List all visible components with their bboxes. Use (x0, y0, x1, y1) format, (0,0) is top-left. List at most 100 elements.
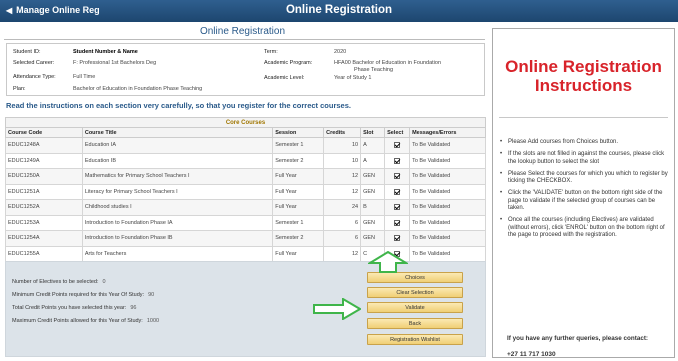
message: To Be Validated (409, 183, 486, 200)
course-title: Education IB (81, 152, 274, 169)
session: Full Year (272, 168, 325, 185)
slot: A (360, 137, 386, 154)
instructions-panel: Online Registration Instructions Please … (492, 28, 675, 358)
credits: 12 (323, 183, 362, 200)
course-title: Introduction to Foundation Phase IA (81, 214, 274, 231)
course-title: Education IA (81, 137, 274, 154)
checkbox-checked-icon[interactable] (394, 188, 401, 195)
session: Full Year (272, 199, 325, 216)
session: Semester 2 (272, 230, 325, 247)
student-id-label: Student ID: (13, 49, 41, 55)
col-credits: Credits (323, 127, 362, 138)
validate-button[interactable]: Validate (367, 302, 463, 313)
col-select: Select (384, 127, 411, 138)
course-code: EDUC1255A (5, 245, 83, 262)
course-title: Arts for Teachers (81, 245, 274, 262)
session: Full Year (272, 183, 325, 200)
session: Semester 1 (272, 214, 325, 231)
slot: A (360, 152, 386, 169)
message: To Be Validated (409, 230, 486, 247)
program-value-cont: Phase Teaching (354, 67, 394, 73)
message: To Be Validated (409, 199, 486, 216)
total-credits-stat: Total Credit Points you have selected th… (12, 305, 136, 311)
session: Semester 1 (272, 137, 325, 154)
instruction-item: Please Add courses from Choices button. (499, 139, 669, 147)
select-cell (384, 137, 411, 154)
course-title: Childhood studies I (81, 199, 274, 216)
credits: 12 (323, 168, 362, 185)
credits: 6 (323, 214, 362, 231)
total-credits-label: Total Credit Points you have selected th… (12, 305, 127, 311)
core-courses-table: Core Courses Course Code Course Title Se… (5, 117, 486, 262)
course-title: Introduction to Foundation Phase IB (81, 230, 274, 247)
col-session: Session (272, 127, 325, 138)
instruction-item: Please Select the courses for which you … (499, 171, 669, 186)
program-label: Academic Program: (264, 60, 313, 66)
slot: GEN (360, 230, 386, 247)
checkbox-checked-icon[interactable] (394, 235, 401, 242)
max-credits-stat: Maximum Credit Points allowed for this Y… (12, 318, 159, 324)
max-credits-value: 1000 (146, 318, 160, 324)
course-title: Literacy for Primary School Teachers I (81, 183, 274, 200)
course-code: EDUC1254A (5, 230, 83, 247)
checkbox-checked-icon[interactable] (394, 173, 401, 180)
credits: 6 (323, 230, 362, 247)
slot: GEN (360, 214, 386, 231)
total-credits-value: 96 (130, 305, 137, 311)
registration-wishlist-button[interactable]: Registration Wishlist (367, 334, 463, 345)
electives-value: 0 (102, 279, 106, 285)
message: To Be Validated (409, 137, 486, 154)
back-button[interactable]: Back (367, 318, 463, 329)
instructions-title: Online Registration Instructions (505, 57, 662, 95)
instruction-item: Once all the courses (including Elective… (499, 217, 669, 240)
term-value: 2020 (334, 49, 347, 55)
choices-button[interactable]: Choices (367, 272, 463, 283)
electives-label: Number of Electives to be selected: (12, 279, 99, 285)
table-row: EDUC1250A Mathematics for Primary School… (5, 168, 486, 185)
slot: GEN (360, 183, 386, 200)
term-label: Term: (264, 49, 278, 55)
course-code: EDUC1250A (5, 168, 83, 185)
slot: GEN (360, 168, 386, 185)
table-row: EDUC1252A Childhood studies I Full Year … (5, 199, 486, 216)
checkbox-checked-icon[interactable] (394, 157, 401, 164)
table-row: EDUC1254A Introduction to Foundation Pha… (5, 230, 486, 247)
attendance-value: Full Time (73, 74, 96, 80)
credits: 24 (323, 199, 362, 216)
level-value: Year of Study 1 (334, 75, 372, 81)
arrow-right-icon (313, 298, 361, 320)
select-cell (384, 199, 411, 216)
session: Semester 2 (272, 152, 325, 169)
select-cell (384, 183, 411, 200)
select-cell (384, 230, 411, 247)
session: Full Year (272, 245, 325, 262)
col-slot: Slot (360, 127, 386, 138)
clear-selection-button[interactable]: Clear Selection (367, 287, 463, 298)
credits: 10 (323, 137, 362, 154)
contact-text: If you have any further queries, please … (507, 335, 649, 342)
course-code: EDUC1251A (5, 183, 83, 200)
checkbox-checked-icon[interactable] (394, 204, 401, 211)
credits: 12 (323, 245, 362, 262)
arrow-up-icon (368, 251, 408, 273)
max-credits-label: Maximum Credit Points allowed for this Y… (12, 318, 143, 324)
instruction-item: Click the 'VALIDATE' button on the botto… (499, 190, 669, 213)
table-row: EDUC1253A Introduction to Foundation Pha… (5, 214, 486, 231)
col-course-code: Course Code (5, 127, 83, 138)
table-row: EDUC1251A Literacy for Primary School Te… (5, 183, 486, 200)
course-code: EDUC1249A (5, 152, 83, 169)
course-title: Mathematics for Primary School Teachers … (81, 168, 274, 185)
select-cell (384, 152, 411, 169)
message: To Be Validated (409, 214, 486, 231)
core-courses-caption: Core Courses (5, 117, 486, 127)
student-id-value: Student Number & Name (73, 49, 138, 55)
message: To Be Validated (409, 168, 486, 185)
credits: 10 (323, 152, 362, 169)
student-info-box: Student ID: Student Number & Name Select… (6, 43, 485, 96)
select-cell (384, 168, 411, 185)
checkbox-checked-icon[interactable] (394, 219, 401, 226)
checkbox-checked-icon[interactable] (394, 142, 401, 149)
table-row: EDUC1248A Education IA Semester 1 10 A T… (5, 137, 486, 154)
bottom-panel: Number of Electives to be selected: 0 Min… (5, 261, 486, 357)
course-code: EDUC1252A (5, 199, 83, 216)
